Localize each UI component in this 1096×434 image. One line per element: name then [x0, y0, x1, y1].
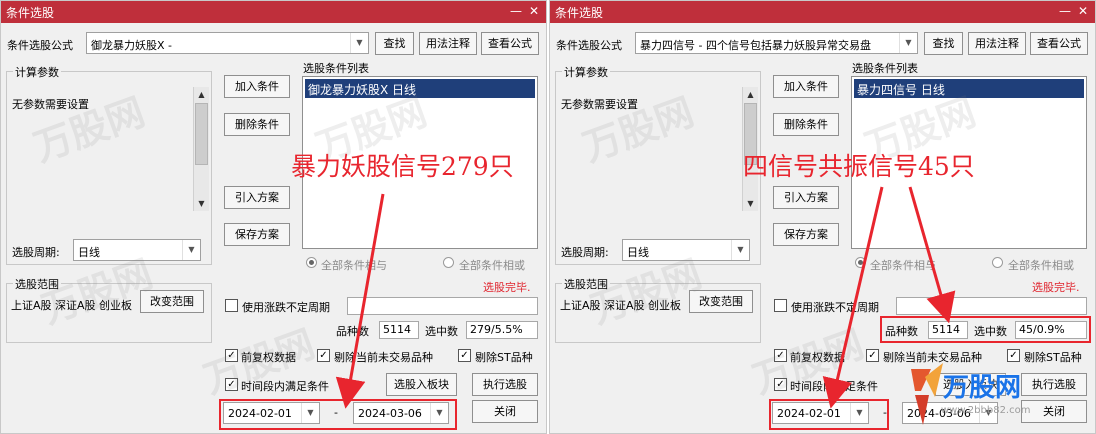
arrow-to-date-from: [335, 193, 385, 409]
arrow-to-count: [908, 186, 956, 324]
stock-filter-dialog-right: 条件选股 — ✕ 条件选股公式 暴力四信号 - 四个信号包括暴力妖股异常交易盘 …: [549, 0, 1096, 434]
annotation-arrows: [335, 193, 385, 409]
arrow-to-date-from: [822, 186, 884, 409]
watermark-url: www.2bbb82.com: [941, 405, 1031, 416]
brand-mark-icon: [911, 363, 943, 425]
watermark-logo: 万股网 www.2bbb82.com: [905, 361, 1093, 431]
stock-filter-dialog-left: 条件选股 — ✕ 条件选股公式 御龙暴力妖股X - ▼ 查找 用法注释 查看公式…: [0, 0, 547, 434]
watermark-brand: 万股网: [943, 373, 1022, 403]
